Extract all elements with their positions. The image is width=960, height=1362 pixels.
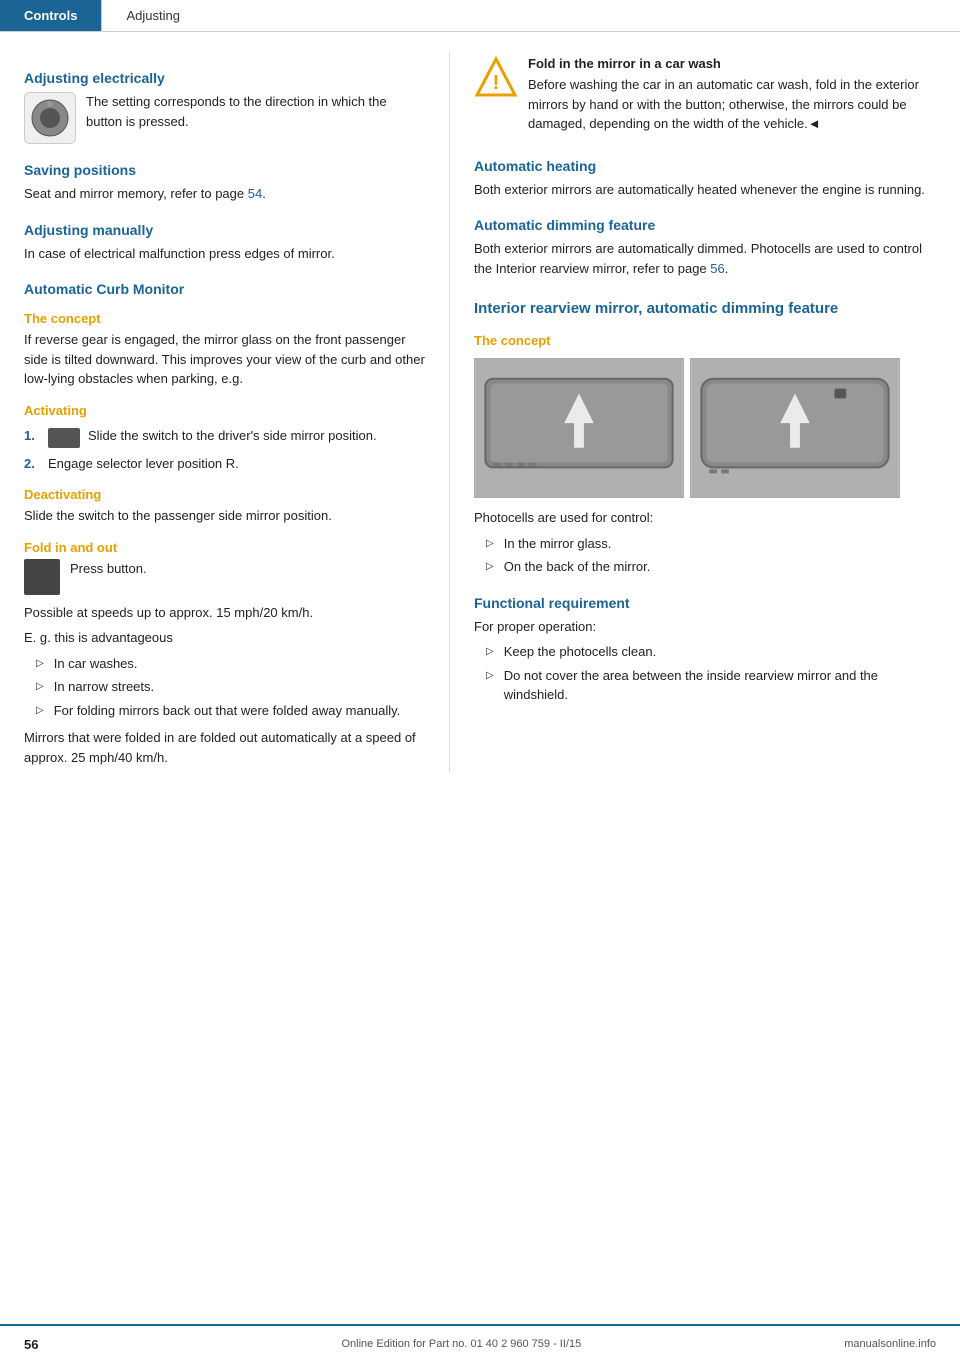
saving-positions-text: Seat and mirror memory, refer to page	[24, 186, 248, 201]
interior-rearview-title: Interior rearview mirror, automatic dimm…	[474, 298, 936, 319]
fold-bullets: In car washes. In narrow streets. For fo…	[24, 654, 425, 721]
activating-list: 1. Slide the switch to the driver's side…	[24, 426, 425, 474]
mirror-image-left	[474, 358, 684, 498]
photocells-intro: Photocells are used for control:	[474, 508, 936, 528]
fold-bullet-3: For folding mirrors back out that were f…	[24, 701, 425, 721]
step2-num: 2.	[24, 454, 40, 474]
mirror-left-svg	[475, 359, 683, 497]
saving-positions-body: Seat and mirror memory, refer to page 54…	[24, 184, 425, 204]
functional-bullet-1: Keep the photocells clean.	[474, 642, 936, 662]
step1-text: Slide the switch to the driver's side mi…	[88, 426, 377, 446]
saving-positions-link[interactable]: 54	[248, 186, 262, 201]
adjusting-manually-title: Adjusting manually	[24, 222, 425, 238]
fold-speed-body: Possible at speeds up to approx. 15 mph/…	[24, 603, 425, 623]
mirror-right-svg	[691, 359, 899, 497]
switch-icon	[48, 428, 80, 448]
saving-positions-title: Saving positions	[24, 162, 425, 178]
adjusting-tab-label: Adjusting	[126, 8, 179, 23]
fold-subtitle: Fold in and out	[24, 540, 425, 555]
adjusting-manually-body: In case of electrical malfunction press …	[24, 244, 425, 264]
activating-step1: 1. Slide the switch to the driver's side…	[24, 426, 425, 448]
footer-center-text: Online Edition for Part no. 01 40 2 960 …	[78, 1338, 844, 1350]
tab-adjusting[interactable]: Adjusting	[101, 0, 203, 31]
right-column: ! Fold in the mirror in a car wash Befor…	[450, 52, 960, 773]
dial-svg	[30, 98, 70, 138]
fold-press-body: Press button.	[70, 559, 147, 579]
page-header: Controls Adjusting	[0, 0, 960, 32]
concept-subtitle-right: The concept	[474, 333, 936, 348]
deactivating-subtitle: Deactivating	[24, 487, 425, 502]
mirror-image-right	[690, 358, 900, 498]
fold-button-row: Press button.	[24, 559, 425, 595]
auto-dimming-link[interactable]: 56	[710, 261, 724, 276]
concept-subtitle-left: The concept	[24, 311, 425, 326]
functional-req-title: Functional requirement	[474, 595, 936, 611]
fold-bullet-1: In car washes.	[24, 654, 425, 674]
adjusting-electrically-row: The setting corresponds to the direction…	[24, 92, 425, 144]
footer-logo: manualsonline.info	[844, 1338, 936, 1350]
activating-subtitle: Activating	[24, 403, 425, 418]
photocell-bullet-1: In the mirror glass.	[474, 534, 936, 554]
functional-req-bullets: Keep the photocells clean. Do not cover …	[474, 642, 936, 705]
carwash-warning-body: Before washing the car in an automatic c…	[528, 75, 936, 134]
auto-heating-title: Automatic heating	[474, 158, 936, 174]
functional-bullet-2: Do not cover the area between the inside…	[474, 666, 936, 705]
warning-icon: !	[474, 56, 518, 100]
left-column: Adjusting electrically The setting corre…	[0, 52, 450, 773]
activating-step2: 2. Engage selector lever position R.	[24, 454, 425, 474]
carwash-warning-text: Fold in the mirror in a car wash Before …	[528, 56, 936, 140]
fold-advantageous-body: E. g. this is advantageous	[24, 628, 425, 648]
adjusting-electrically-title: Adjusting electrically	[24, 70, 425, 86]
adjusting-electrically-body: The setting corresponds to the direction…	[86, 92, 425, 131]
automatic-curb-title: Automatic Curb Monitor	[24, 281, 425, 297]
page-footer: 56 Online Edition for Part no. 01 40 2 9…	[0, 1324, 960, 1362]
step2-text: Engage selector lever position R.	[48, 454, 239, 474]
auto-dimming-text: Both exterior mirrors are automatically …	[474, 241, 922, 276]
auto-dimming-title: Automatic dimming feature	[474, 217, 936, 233]
mirror-dial-icon	[24, 92, 76, 144]
fold-button-icon	[24, 559, 60, 595]
functional-req-intro: For proper operation:	[474, 617, 936, 637]
carwash-warning: ! Fold in the mirror in a car wash Befor…	[474, 56, 936, 140]
photocell-bullet-2: On the back of the mirror.	[474, 557, 936, 577]
saving-positions-after: .	[262, 186, 266, 201]
svg-text:!: !	[493, 72, 500, 94]
tab-controls[interactable]: Controls	[0, 0, 101, 31]
step1-num: 1.	[24, 426, 40, 448]
auto-dimming-after: .	[725, 261, 729, 276]
fold-bullet-2: In narrow streets.	[24, 677, 425, 697]
main-content: Adjusting electrically The setting corre…	[0, 32, 960, 813]
carwash-warning-title: Fold in the mirror in a car wash	[528, 56, 936, 71]
auto-dimming-body: Both exterior mirrors are automatically …	[474, 239, 936, 278]
page-number: 56	[24, 1337, 38, 1352]
mirror-images-container	[474, 358, 936, 498]
concept-body-left: If reverse gear is engaged, the mirror g…	[24, 330, 425, 389]
fold-auto-body: Mirrors that were folded in are folded o…	[24, 728, 425, 767]
deactivating-body: Slide the switch to the passenger side m…	[24, 506, 425, 526]
auto-heating-body: Both exterior mirrors are automatically …	[474, 180, 936, 200]
photocells-bullets: In the mirror glass. On the back of the …	[474, 534, 936, 577]
controls-tab-label: Controls	[24, 8, 77, 23]
